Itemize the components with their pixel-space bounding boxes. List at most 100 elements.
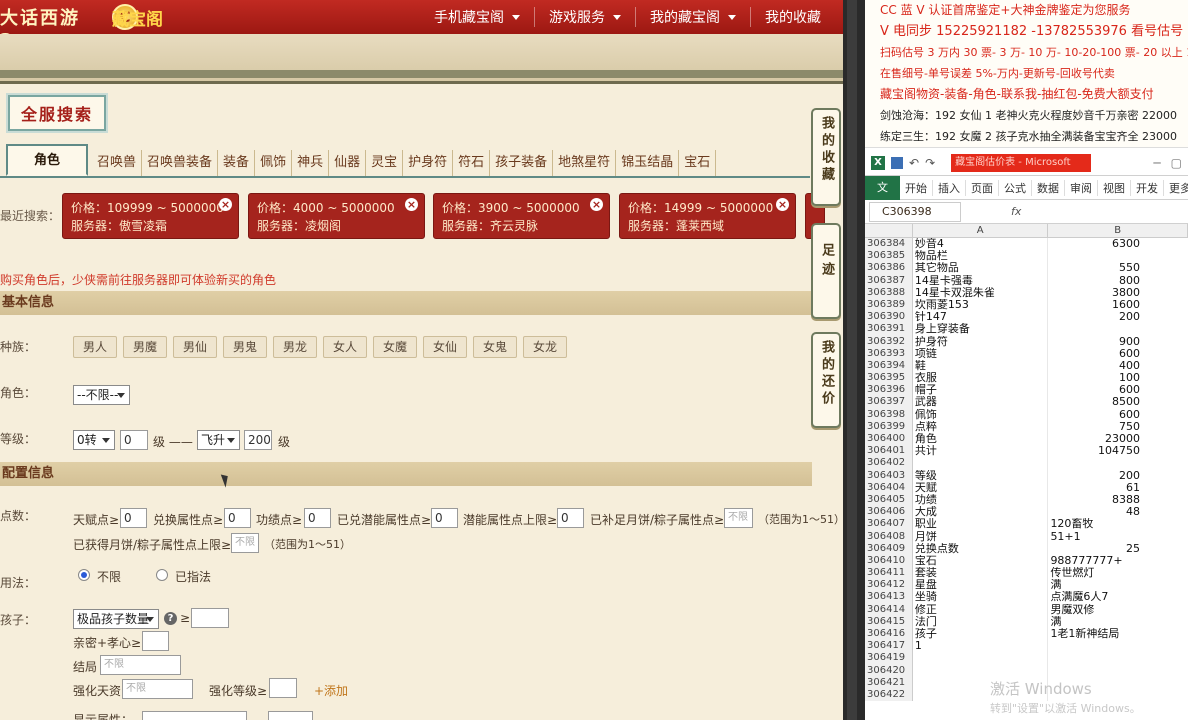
table-row[interactable]: 306408 月饼 51+1: [865, 530, 1188, 543]
row-number[interactable]: 306401: [865, 445, 913, 458]
table-row[interactable]: 306398 佩饰 600: [865, 408, 1188, 421]
tab-rune-stone[interactable]: 符石: [453, 150, 491, 176]
tab-amulet[interactable]: 护身符: [403, 150, 454, 176]
cell-a[interactable]: 坐骑: [913, 591, 1049, 604]
table-row[interactable]: 306412 星盘满: [865, 579, 1188, 592]
table-row[interactable]: 306393 项链 600: [865, 347, 1188, 360]
cell-b[interactable]: [1048, 640, 1188, 652]
table-row[interactable]: 306414 修正 男魔双修: [865, 603, 1188, 616]
recent-search-chip[interactable]: × 价格：4000 ~ 5000000 服务器：凌烟阁: [248, 193, 425, 239]
ribbon-tab[interactable]: 公式: [999, 179, 1032, 196]
maximize-icon[interactable]: ▢: [1171, 156, 1182, 170]
ribbon-tab[interactable]: 开发: [1131, 179, 1164, 196]
row-number[interactable]: 306416: [865, 628, 913, 641]
table-row[interactable]: 306404 天赋 61: [865, 481, 1188, 494]
row-number[interactable]: 306408: [865, 530, 913, 543]
tab-child-equip[interactable]: 孩子装备: [490, 150, 554, 176]
method-radio-pointed[interactable]: [156, 569, 168, 581]
cell-a[interactable]: 孩子: [913, 628, 1049, 641]
cell-a[interactable]: 项链: [913, 347, 1049, 360]
cell-b[interactable]: 900: [1048, 336, 1188, 348]
cell-a[interactable]: 修正: [913, 603, 1049, 616]
cell-b[interactable]: [1048, 665, 1188, 677]
undo-icon[interactable]: ↶: [909, 156, 919, 170]
add-filter-link[interactable]: +添加: [314, 682, 348, 699]
close-icon[interactable]: ×: [219, 198, 232, 211]
recent-search-chip[interactable]: × 价格：109999 ~ 5000000 服务器：傲雪凌霜: [62, 193, 239, 239]
mooncake-limit-input[interactable]: 不限: [231, 533, 259, 553]
cell-b[interactable]: 满: [1048, 616, 1188, 628]
table-row[interactable]: 306388 14星卡双混朱雀 3800: [865, 286, 1188, 299]
race-button[interactable]: 男人: [73, 336, 117, 358]
display-attr-input-2[interactable]: [268, 711, 313, 720]
row-number[interactable]: 306421: [865, 676, 913, 689]
row-number[interactable]: 306391: [865, 323, 913, 336]
tab-immortal-item[interactable]: 仙器: [329, 150, 367, 176]
help-icon[interactable]: ?: [164, 612, 177, 625]
row-number[interactable]: 306417: [865, 640, 913, 653]
row-number[interactable]: 306422: [865, 688, 913, 702]
cell-a[interactable]: 等级: [913, 469, 1049, 482]
cell-a[interactable]: 佩饰: [913, 408, 1049, 421]
cell-b[interactable]: 600: [1048, 348, 1188, 360]
fx-icon[interactable]: fx: [1011, 205, 1021, 218]
table-row[interactable]: 306391 身上穿装备: [865, 323, 1188, 336]
row-number[interactable]: 306392: [865, 335, 913, 348]
recent-search-chip[interactable]: × 价格：14999 ~ 5000000 服务器：蓬莱西域: [619, 193, 796, 239]
cell-a[interactable]: 功绩: [913, 493, 1049, 507]
cell-a[interactable]: 身上穿装备: [913, 323, 1049, 336]
cell-b[interactable]: [1048, 250, 1188, 262]
table-row[interactable]: 306402: [865, 457, 1188, 470]
potential-limit-input[interactable]: 0: [557, 508, 584, 528]
redo-icon[interactable]: ↷: [925, 156, 935, 170]
ribbon-tab[interactable]: 数据: [1032, 179, 1065, 196]
cell-a[interactable]: 14星卡强毒: [913, 274, 1049, 287]
exchange-points-input[interactable]: 0: [224, 508, 251, 528]
tab-summon[interactable]: 召唤兽: [92, 150, 143, 176]
ribbon-tab[interactable]: 更多: [1164, 180, 1188, 196]
cell-b[interactable]: 600: [1048, 409, 1188, 421]
table-row[interactable]: 306406 大成 48: [865, 506, 1188, 519]
corner-cell[interactable]: [865, 224, 913, 237]
cell-a[interactable]: 针147: [913, 311, 1049, 324]
row-number[interactable]: 306406: [865, 506, 913, 519]
cell-a[interactable]: 物品栏: [913, 250, 1049, 263]
row-number[interactable]: 306419: [865, 652, 913, 665]
tab-role[interactable]: 角色: [6, 144, 89, 176]
cell-b[interactable]: 6300: [1048, 238, 1188, 250]
cell-a[interactable]: 天赋: [913, 481, 1049, 494]
table-row[interactable]: 306400 角色 23000: [865, 433, 1188, 446]
row-number[interactable]: 306389: [865, 298, 913, 312]
race-button[interactable]: 女人: [323, 336, 367, 358]
cell-b[interactable]: 988777777+: [1048, 555, 1188, 567]
display-attr-input[interactable]: [142, 711, 247, 720]
row-number[interactable]: 306385: [865, 250, 913, 263]
column-header-a[interactable]: A: [913, 224, 1049, 237]
row-number[interactable]: 306412: [865, 579, 913, 592]
cell-a[interactable]: 大成: [913, 506, 1049, 519]
row-number[interactable]: 306387: [865, 274, 913, 287]
cell-a[interactable]: 职业: [913, 518, 1049, 531]
ribbon-tab[interactable]: 审阅: [1065, 179, 1098, 196]
cell-a[interactable]: 14星卡双混朱雀: [913, 286, 1049, 299]
row-number[interactable]: 306403: [865, 469, 913, 482]
file-tab[interactable]: 文件: [865, 175, 900, 218]
race-button[interactable]: 男龙: [273, 336, 317, 358]
table-row[interactable]: 306392 护身符 900: [865, 335, 1188, 348]
ribbon-tab[interactable]: 视图: [1098, 179, 1131, 196]
race-button[interactable]: 男魔: [123, 336, 167, 358]
row-number[interactable]: 306413: [865, 591, 913, 604]
cell-a[interactable]: 角色: [913, 433, 1049, 446]
cell-b[interactable]: 48: [1048, 506, 1188, 518]
race-button[interactable]: 男鬼: [223, 336, 267, 358]
nav-my-cbg[interactable]: 我的藏宝阁: [636, 7, 751, 27]
table-row[interactable]: 306419: [865, 652, 1188, 665]
row-number[interactable]: 306396: [865, 384, 913, 397]
cell-a[interactable]: 鞋: [913, 359, 1049, 373]
cell-b[interactable]: 1600: [1048, 299, 1188, 311]
cell-a[interactable]: 帽子: [913, 384, 1049, 397]
row-number[interactable]: 306409: [865, 542, 913, 555]
table-row[interactable]: 306387 14星卡强毒 800: [865, 274, 1188, 287]
cell-a[interactable]: 兑换点数: [913, 542, 1049, 555]
game-logo[interactable]: 大话西游2: [0, 4, 90, 51]
